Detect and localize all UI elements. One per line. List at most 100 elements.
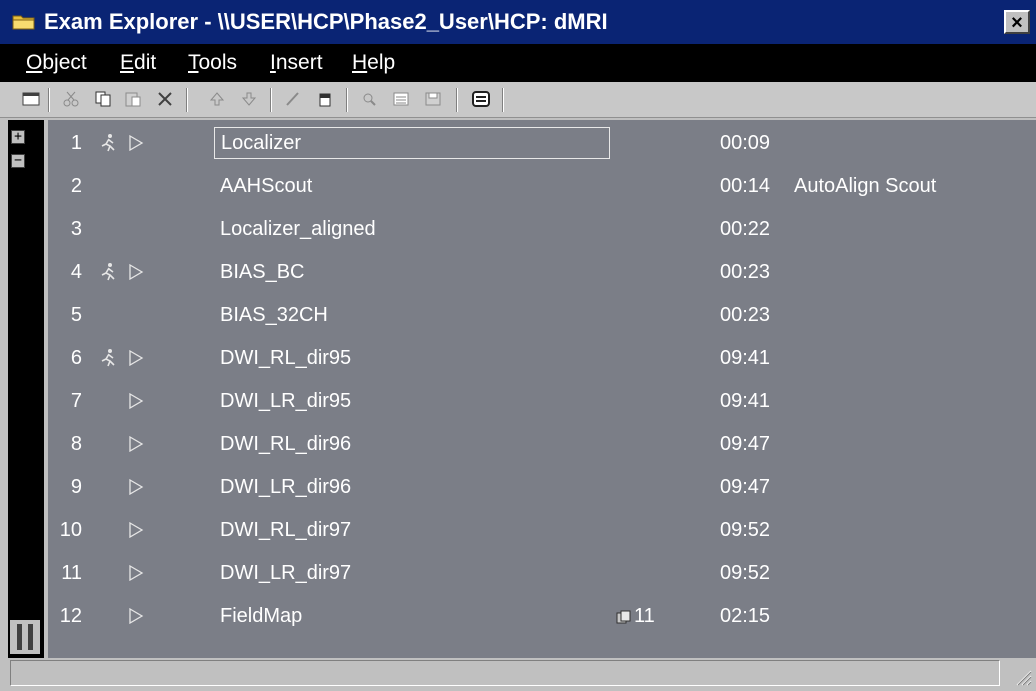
- protocol-name[interactable]: Localizer_aligned: [220, 218, 376, 241]
- protocol-duration: 09:52: [720, 519, 771, 541]
- resize-grip-icon[interactable]: [1012, 666, 1032, 686]
- protocol-duration: 09:41: [720, 347, 771, 369]
- collapse-button[interactable]: −: [11, 154, 25, 168]
- menu-tools[interactable]: Tools: [188, 51, 237, 75]
- protocol-comment: AutoAlign Scout: [794, 175, 937, 197]
- protocol-row[interactable]: 10 DWI_RL_dir97 09:52: [48, 509, 1036, 552]
- play-icon[interactable]: [128, 393, 144, 409]
- display-icon[interactable]: [472, 91, 490, 107]
- protocol-name[interactable]: FieldMap: [220, 605, 302, 628]
- save-icon[interactable]: [424, 91, 442, 107]
- status-bar: [0, 658, 1036, 691]
- protocol-name[interactable]: Localizer: [214, 127, 610, 159]
- toolbar-separator: [502, 88, 504, 112]
- protocol-row[interactable]: 12 FieldMap 11 02:15: [48, 595, 1036, 638]
- series-icon: [616, 610, 631, 624]
- protocol-row[interactable]: 8 DWI_RL_dir96 09:47: [48, 423, 1036, 466]
- play-icon[interactable]: [128, 479, 144, 495]
- row-number: 5: [70, 304, 82, 326]
- paste-icon[interactable]: [124, 91, 142, 107]
- menu-help[interactable]: Help: [352, 51, 395, 75]
- row-number: 2: [70, 175, 82, 197]
- cut-icon[interactable]: [62, 91, 80, 107]
- protocol-duration: 09:41: [720, 390, 771, 412]
- move-down-icon[interactable]: [240, 91, 258, 107]
- protocol-duration: 00:22: [720, 218, 771, 240]
- row-number: 12: [59, 605, 82, 627]
- row-number: 1: [70, 132, 82, 154]
- play-icon[interactable]: [128, 522, 144, 538]
- protocol-name[interactable]: DWI_RL_dir96: [220, 433, 351, 456]
- protocol-duration: 09:47: [720, 433, 771, 455]
- toolbar-separator: [346, 88, 348, 112]
- protocol-row[interactable]: 3 Localizer_aligned 00:22: [48, 208, 1036, 251]
- play-icon[interactable]: [128, 436, 144, 452]
- list-icon[interactable]: [392, 91, 410, 107]
- move-up-icon[interactable]: [208, 91, 226, 107]
- row-number: 3: [70, 218, 82, 240]
- copy-icon[interactable]: [94, 91, 112, 107]
- title-bar: Exam Explorer - \\USER\HCP\Phase2_User\H…: [0, 0, 1036, 44]
- series-count: 11: [634, 605, 655, 627]
- delete-icon[interactable]: [156, 91, 174, 107]
- protocol-duration: 09:47: [720, 476, 771, 498]
- protocol-name[interactable]: DWI_RL_dir95: [220, 347, 351, 370]
- protocol-row[interactable]: 9 DWI_LR_dir96 09:47: [48, 466, 1036, 509]
- protocol-name[interactable]: BIAS_32CH: [220, 304, 328, 327]
- runner-icon: [101, 134, 115, 152]
- protocol-name[interactable]: BIAS_BC: [220, 261, 304, 284]
- tree-pane: + −: [8, 120, 44, 658]
- row-number: 10: [59, 519, 82, 541]
- protocol-duration: 00:14: [720, 175, 771, 197]
- protocol-name[interactable]: DWI_LR_dir95: [220, 390, 351, 413]
- runner-icon: [101, 349, 115, 367]
- toolbar: [0, 82, 1036, 118]
- protocol-row[interactable]: 2 AAHScout 00:14 AutoAlign Scout: [48, 165, 1036, 208]
- protocol-row[interactable]: 11 DWI_LR_dir97 09:52: [48, 552, 1036, 595]
- search-icon[interactable]: [360, 91, 378, 107]
- protocol-row[interactable]: 1 Localizer 00:09: [48, 122, 1036, 165]
- toolbar-separator: [186, 88, 188, 112]
- splitter-handle[interactable]: [10, 620, 40, 654]
- protocol-name[interactable]: DWI_RL_dir97: [220, 519, 351, 542]
- row-number: 4: [70, 261, 82, 283]
- protocol-duration: 02:15: [720, 605, 771, 627]
- protocol-row[interactable]: 4 BIAS_BC 00:23: [48, 251, 1036, 294]
- protocol-name[interactable]: DWI_LR_dir96: [220, 476, 351, 499]
- close-button[interactable]: ×: [1004, 10, 1030, 34]
- row-number: 7: [70, 390, 82, 412]
- protocol-name[interactable]: DWI_LR_dir97: [220, 562, 351, 585]
- menu-edit[interactable]: Edit: [120, 51, 156, 75]
- protocol-name[interactable]: AAHScout: [220, 175, 312, 198]
- play-icon[interactable]: [128, 565, 144, 581]
- protocol-row[interactable]: 7 DWI_LR_dir95 09:41: [48, 380, 1036, 423]
- play-icon[interactable]: [128, 264, 144, 280]
- edit-icon[interactable]: [284, 91, 302, 107]
- window-title: Exam Explorer - \\USER\HCP\Phase2_User\H…: [44, 9, 608, 34]
- play-icon[interactable]: [128, 608, 144, 624]
- protocol-row[interactable]: 6 DWI_RL_dir95 09:41: [48, 337, 1036, 380]
- expand-button[interactable]: +: [11, 130, 25, 144]
- protocol-list: 1 Localizer 00:09 2 AAHScout 00:14 AutoAlign S…: [48, 120, 1036, 658]
- row-number: 9: [70, 476, 82, 498]
- row-number: 8: [70, 433, 82, 455]
- menu-insert[interactable]: Insert: [270, 51, 323, 75]
- protocol-duration: 09:52: [720, 562, 771, 584]
- toolbar-separator: [270, 88, 272, 112]
- menu-bar: Object Edit Tools Insert Help: [0, 44, 1036, 82]
- folder-icon: [12, 15, 35, 30]
- menu-object[interactable]: Object: [26, 51, 87, 75]
- protocol-duration: 00:09: [720, 132, 771, 154]
- play-icon[interactable]: [128, 135, 144, 151]
- protocol-duration: 00:23: [720, 261, 771, 283]
- status-panel: [10, 660, 1000, 686]
- runner-icon: [101, 263, 115, 281]
- properties-icon[interactable]: [316, 91, 334, 107]
- view-icon[interactable]: [22, 91, 40, 107]
- protocol-row[interactable]: 5 BIAS_32CH 00:23: [48, 294, 1036, 337]
- play-icon[interactable]: [128, 350, 144, 366]
- row-number: 11: [61, 562, 82, 584]
- toolbar-separator: [456, 88, 458, 112]
- toolbar-separator: [48, 88, 50, 112]
- protocol-duration: 00:23: [720, 304, 771, 326]
